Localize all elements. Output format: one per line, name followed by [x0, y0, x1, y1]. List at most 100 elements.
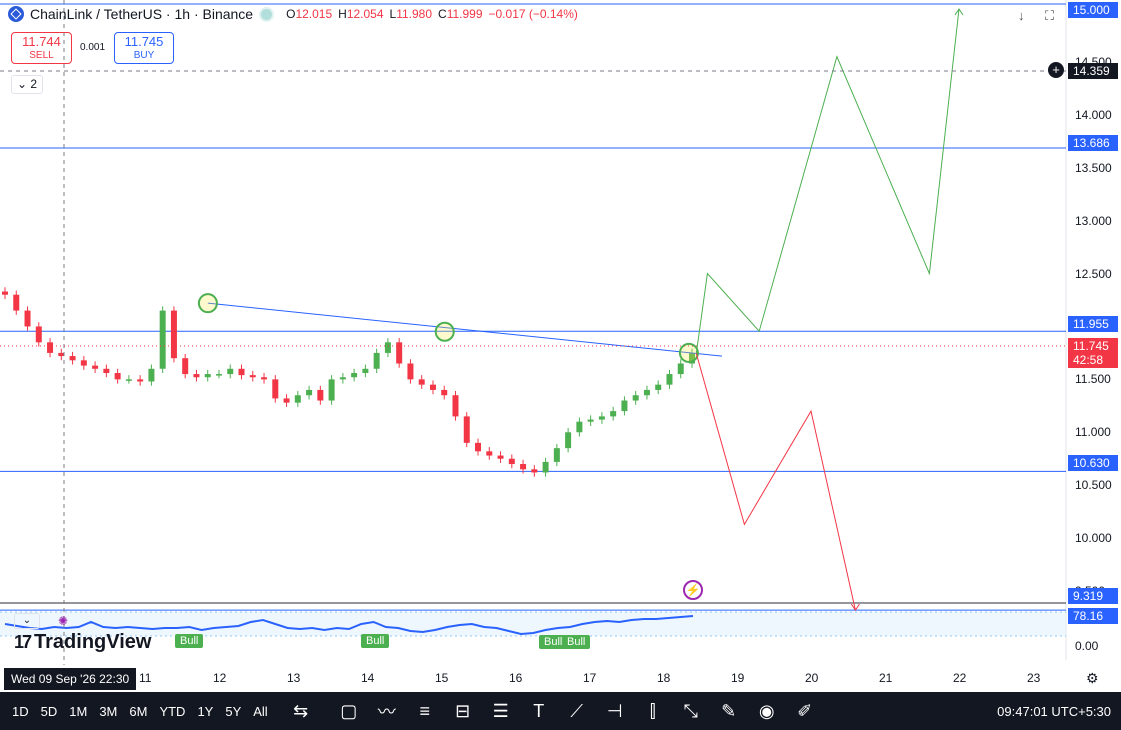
spread-value: 0.001 [80, 42, 106, 53]
add-alert-icon[interactable]: + [1048, 62, 1064, 78]
range-button-1y[interactable]: 1Y [197, 704, 213, 719]
candle-body [463, 416, 470, 443]
chainlink-logo-icon [8, 6, 24, 22]
indicators-toggle[interactable]: ⌄ 2 [11, 75, 43, 94]
candle-body [227, 368, 234, 375]
candle-body [553, 448, 560, 462]
long-position-icon[interactable]: ⊟ [444, 701, 482, 722]
candle-body [306, 389, 313, 396]
tradingview-logo: 17 TradingView [14, 631, 151, 654]
candle-body [429, 384, 436, 390]
time-tick-label: 11 [139, 671, 152, 685]
range-button-6m[interactable]: 6M [129, 704, 147, 719]
candle-body [294, 395, 301, 403]
change-value: −0.017 (−0.14%) [488, 7, 578, 21]
candle-body [587, 419, 594, 422]
candle-body [373, 352, 380, 369]
range-button-1d[interactable]: 1D [12, 704, 29, 719]
candle-body [328, 379, 335, 401]
candle-body [2, 291, 8, 295]
indicator-zero-tick: 0.00 [1075, 639, 1099, 653]
time-tick-label: 20 [805, 671, 819, 685]
price-tick-label: 12.500 [1075, 266, 1112, 281]
forecast-icon[interactable]: ⫿ [634, 701, 672, 722]
candle-body [137, 379, 144, 382]
candle-body [441, 389, 448, 396]
trendline-touch-point [434, 321, 455, 342]
ruler-tool-icon[interactable]: ⤡ [672, 701, 710, 722]
bull-signal-badge: Bull [562, 635, 591, 649]
candle-body [576, 421, 583, 433]
symbol-title[interactable]: ChainLink / TetherUS · 1h · Binance [30, 6, 253, 22]
trendline-touch-point [678, 342, 699, 363]
range-button-5y[interactable]: 5Y [225, 704, 241, 719]
market-open-icon [259, 6, 275, 22]
price-tick-label: 13.500 [1075, 160, 1112, 175]
candle-body [677, 363, 684, 375]
candle-body [170, 310, 177, 359]
candle-body [261, 377, 268, 380]
price-tick-label: 13.000 [1075, 213, 1112, 228]
candle-body [92, 365, 99, 369]
fib-tool-icon[interactable]: ≡ [406, 701, 444, 722]
candle-body [351, 373, 358, 378]
flash-signal-icon[interactable]: ⚡ [683, 580, 703, 600]
current-price-label: 11.745 42:58 [1068, 338, 1118, 368]
candle-body [610, 411, 617, 417]
range-button-ytd[interactable]: YTD [159, 704, 185, 719]
path-tool-icon[interactable]: 〰 [368, 698, 406, 724]
eye-icon[interactable]: ◉ [748, 701, 786, 722]
trendline-touch-point [197, 293, 218, 314]
text-tool-icon[interactable]: T [520, 701, 558, 722]
settings-gear-icon[interactable]: ⚙ [1086, 670, 1099, 687]
close-value: 11.999 [446, 7, 483, 21]
ohlc-values: O12.015 H12.054 L11.980 C11.999 −0.017 (… [286, 7, 578, 21]
settings-sparkle-icon: ✺ [58, 614, 69, 628]
pen-tool-icon[interactable]: ✐ [786, 701, 824, 722]
trendline-tool-icon[interactable]: ⟋ [558, 701, 596, 722]
candle-body [249, 375, 256, 378]
utc-clock[interactable]: 09:47:01 UTC+5:30 [997, 704, 1111, 719]
candle-body [542, 461, 549, 473]
bull-signal-badge: Bull [361, 634, 390, 648]
candle-body [47, 342, 54, 353]
range-button-5d[interactable]: 5D [41, 704, 58, 719]
range-button-3m[interactable]: 3M [99, 704, 117, 719]
low-value: 11.980 [396, 7, 433, 21]
candle-body [531, 469, 538, 473]
candle-body [193, 374, 200, 378]
indicators-count: 2 [30, 77, 38, 91]
indicator-collapse-icon[interactable]: ⌄ [14, 613, 40, 629]
candle-body [215, 374, 222, 376]
candle-body [418, 379, 425, 385]
indicator-value-label: 78.16 [1068, 608, 1118, 624]
time-tick-label: 15 [435, 671, 449, 685]
buy-button[interactable]: 11.745 BUY [114, 32, 174, 64]
candle-body [384, 342, 391, 353]
sell-price: 11.744 [22, 34, 61, 49]
rectangle-tool-icon[interactable]: ▢ [330, 701, 368, 722]
buy-price: 11.745 [124, 34, 164, 49]
candle-body [80, 360, 87, 366]
scroll-down-icon[interactable]: ↓ [1018, 8, 1025, 23]
candle-body [283, 398, 290, 403]
sell-button[interactable]: 11.744 SELL [11, 32, 72, 64]
fullscreen-icon[interactable]: ⛶ [1045, 8, 1054, 24]
parallel-channel-icon[interactable]: ☰ [482, 701, 520, 722]
buy-label: BUY [133, 50, 155, 61]
candle-body [204, 374, 211, 378]
candle-body [114, 373, 121, 380]
bars-pattern-icon[interactable]: ⊣ [596, 701, 634, 722]
range-button-1m[interactable]: 1M [69, 704, 87, 719]
time-tick-label: 14 [361, 671, 375, 685]
chart-canvas[interactable] [0, 0, 1121, 692]
symbol-header: ChainLink / TetherUS · 1h · Binance O12.… [8, 6, 578, 22]
candle-body [69, 356, 76, 361]
candle-body [632, 395, 639, 401]
date-range-icon[interactable]: ⇆ [282, 701, 320, 722]
crosshair-price-label: 14.359 [1068, 63, 1118, 79]
brush-tool-icon[interactable]: ✎ [710, 701, 748, 722]
candle-body [103, 368, 110, 374]
range-button-all[interactable]: All [253, 704, 267, 719]
bull-signal-badge: Bull [175, 634, 204, 648]
